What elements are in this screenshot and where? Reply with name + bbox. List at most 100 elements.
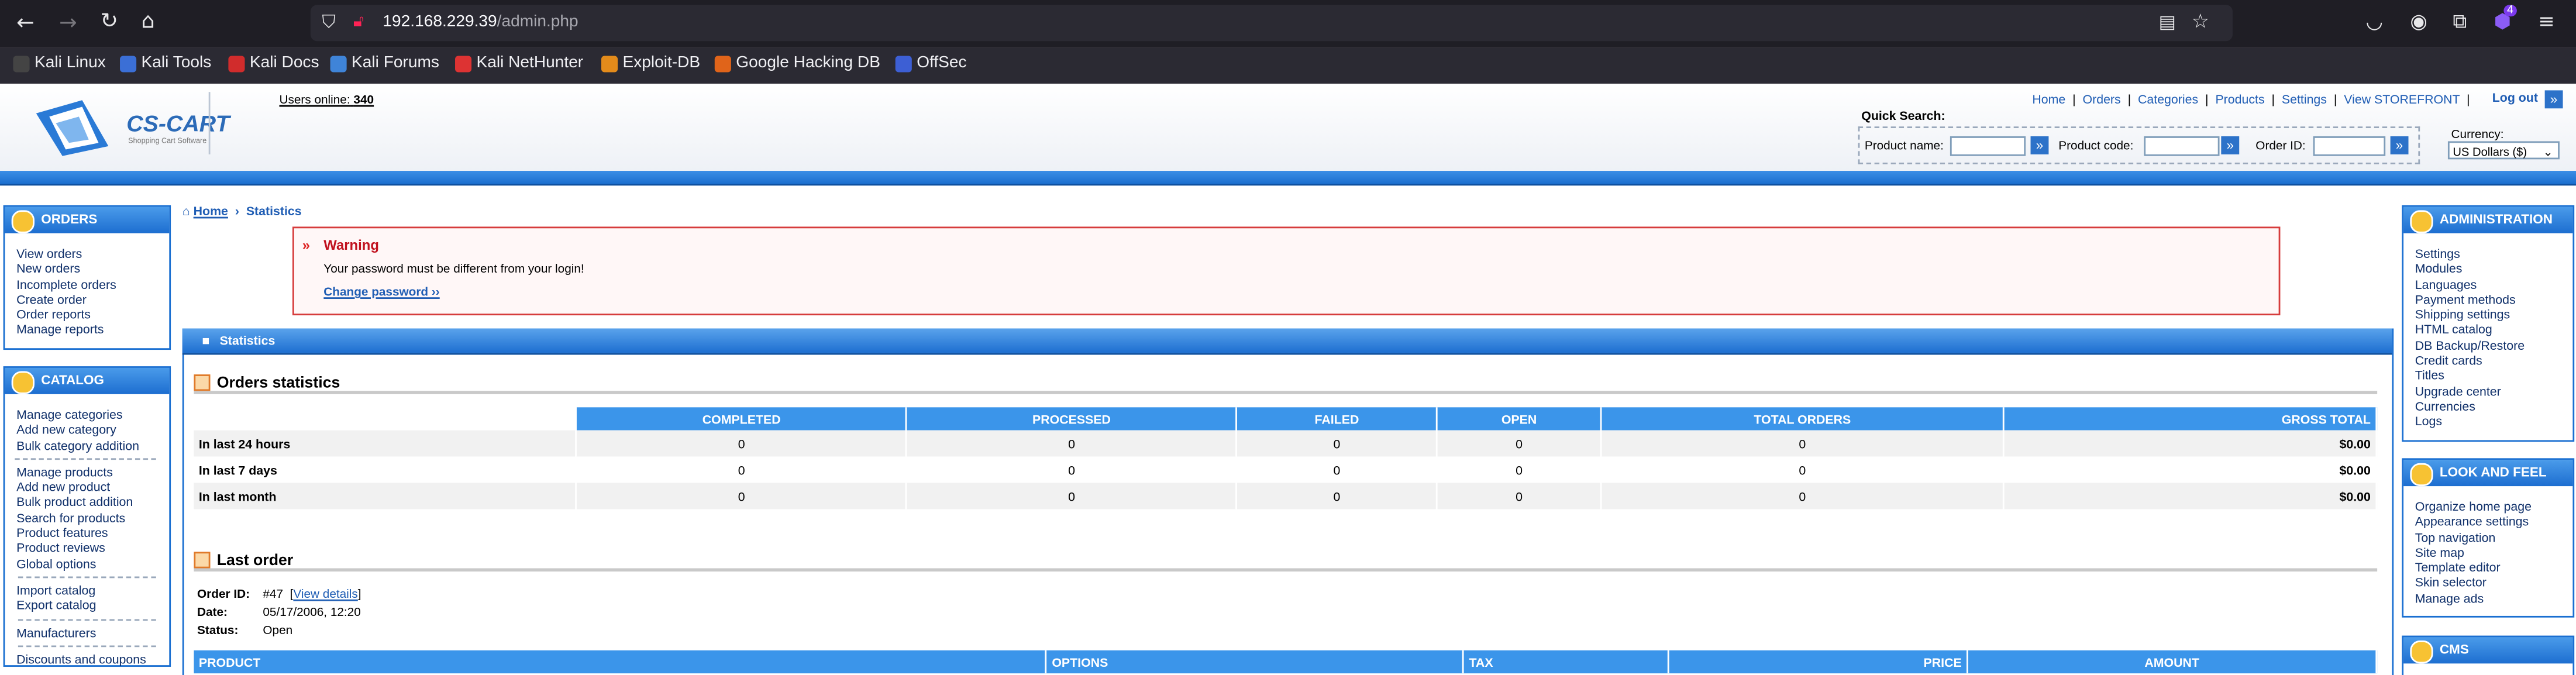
menu-product-reviews[interactable]: Product reviews [16,541,169,556]
back-icon[interactable]: ← [16,13,35,35]
menu-settings[interactable]: Settings [2415,246,2573,261]
logout-link[interactable]: Log out [2492,90,2538,105]
menu-titles[interactable]: Titles [2415,369,2573,384]
table-header-row: PRODUCT OPTIONS TAX PRICE AMOUNT [194,650,2378,674]
bookmark-kali-docs[interactable]: Kali Docs [228,54,319,73]
menu-incomplete-orders[interactable]: Incomplete orders [16,277,169,292]
menu-manage-categories[interactable]: Manage categories [16,407,169,422]
menu-credit-cards[interactable]: Credit cards [2415,353,2573,369]
menu-bulk-category[interactable]: Bulk category addition [16,438,169,453]
menu-site-map[interactable]: Site map [2415,545,2573,560]
breadcrumb-home[interactable]: Home [194,204,228,218]
bookmark-offsec[interactable]: OffSec [895,54,967,73]
administration-panel: ADMINISTRATION Settings Modules Language… [2402,205,2575,442]
account-icon[interactable]: ◉ [2410,11,2427,33]
col-tax: TAX [1463,650,1670,674]
section-arrow-icon [194,552,211,569]
browser-toolbar: ← → ↻ ⌂ ⛉ 🔓︎ 192.168.229.39/admin.php ▤ … [0,0,2576,48]
header-divider [208,92,211,154]
menu-payment-methods[interactable]: Payment methods [2415,292,2573,307]
menu-modules[interactable]: Modules [2415,261,2573,277]
users-online[interactable]: Users online: 340 [279,92,374,106]
menu-product-features[interactable]: Product features [16,526,169,541]
shield-icon[interactable]: ⛉ [322,12,336,33]
order-id-input[interactable] [2313,136,2386,156]
menu-organize-home[interactable]: Organize home page [2415,500,2573,515]
reload-icon[interactable]: ↻ [100,12,118,33]
top-link-orders[interactable]: Orders [2083,92,2121,106]
menu-icon[interactable]: ≡ [2538,11,2554,33]
product-code-search-icon[interactable]: » [2221,136,2240,154]
product-name-search-icon[interactable]: » [2030,136,2049,154]
forward-icon[interactable]: → [59,13,77,35]
menu-global-options[interactable]: Global options [16,556,169,571]
star-icon[interactable]: ☆ [2192,11,2209,33]
menu-view-orders[interactable]: View orders [16,246,169,261]
bookmark-kali-linux[interactable]: Kali Linux [13,54,106,73]
col-gross-total: GROSS TOTAL [2003,407,2378,431]
menu-discounts[interactable]: Discounts and coupons [5,652,169,667]
product-code-input[interactable] [2144,136,2220,156]
top-link-categories[interactable]: Categories [2138,92,2198,106]
orders-statistics-table: COMPLETED PROCESSED FAILED OPEN TOTAL OR… [194,407,2378,509]
pocket-icon[interactable]: ◡ [2365,11,2382,33]
product-name-input[interactable] [1950,136,2026,156]
menu-import-catalog[interactable]: Import catalog [16,583,169,598]
menu-html-catalog[interactable]: HTML catalog [2415,323,2573,338]
menu-logs[interactable]: Logs [2415,414,2573,429]
lock-icon[interactable]: 🔓︎ [353,12,364,33]
menu-languages[interactable]: Languages [2415,277,2573,292]
exploit-db-icon [601,55,618,72]
menu-template-editor[interactable]: Template editor [2415,560,2573,576]
url-text[interactable]: 192.168.229.39/admin.php [383,13,578,31]
bookmark-exploit-db[interactable]: Exploit-DB [601,54,700,73]
menu-upgrade-center[interactable]: Upgrade center [2415,384,2573,399]
cell-processed: 0 [906,430,1238,457]
menu-appearance[interactable]: Appearance settings [2415,515,2573,530]
menu-skin-selector[interactable]: Skin selector [2415,576,2573,591]
currency-select[interactable]: US Dollars ($) ⌄ [2447,141,2560,160]
home-icon[interactable]: ⌂ [142,12,155,33]
reader-icon[interactable]: ▤ [2159,12,2176,33]
menu-top-navigation[interactable]: Top navigation [2415,530,2573,545]
chevron-right-icon: › [231,204,243,219]
view-details-link[interactable]: View details [293,586,357,601]
top-link-storefront[interactable]: View STOREFRONT [2344,92,2460,106]
menu-manufacturers[interactable]: Manufacturers [5,625,169,640]
menu-order-reports[interactable]: Order reports [16,308,169,323]
menu-add-category[interactable]: Add new category [16,422,169,438]
administration-icon [2410,210,2433,233]
top-link-home[interactable]: Home [2032,92,2065,106]
order-id-search-icon[interactable]: » [2390,136,2409,154]
menu-search-products[interactable]: Search for products [16,511,169,526]
menu-currencies[interactable]: Currencies [2415,399,2573,414]
top-link-settings[interactable]: Settings [2282,92,2327,106]
menu-manage-reports[interactable]: Manage reports [16,323,169,338]
extensions-icon[interactable]: ⧉ [2453,11,2467,33]
top-link-products[interactable]: Products [2215,92,2264,106]
menu-bulk-product[interactable]: Bulk product addition [16,495,169,511]
menu-add-product[interactable]: Add new product [16,480,169,495]
change-password-link[interactable]: Change password ›› [323,284,439,299]
logout-arrow-icon[interactable]: » [2544,90,2563,109]
menu-db-backup[interactable]: DB Backup/Restore [2415,338,2573,353]
breadcrumb: ⌂ Home › Statistics [182,204,302,218]
menu-manage-products[interactable]: Manage products [16,464,169,480]
bookmark-kali-nethunter[interactable]: Kali NetHunter [455,54,583,73]
bookmark-kali-tools[interactable]: Kali Tools [120,54,211,73]
menu-divider [15,458,156,460]
menu-new-orders[interactable]: New orders [16,261,169,277]
address-bar[interactable]: ⛉ 🔓︎ 192.168.229.39/admin.php ▤ ☆ [310,5,2233,42]
menu-create-order[interactable]: Create order [16,292,169,307]
bookmark-kali-forums[interactable]: Kali Forums [330,54,439,73]
kali-forums-icon [330,55,347,72]
cell-completed: 0 [576,430,908,457]
menu-divider [18,645,156,647]
bookmark-google-hacking-db[interactable]: Google Hacking DB [714,54,880,73]
cell-completed: 0 [576,483,908,509]
administration-menu: Settings Modules Languages Payment metho… [2403,233,2572,430]
menu-export-catalog[interactable]: Export catalog [16,598,169,614]
menu-manage-ads[interactable]: Manage ads [2415,591,2573,606]
catalog-panel: CATALOG Manage categories Add new catego… [3,366,171,667]
menu-shipping-settings[interactable]: Shipping settings [2415,308,2573,323]
